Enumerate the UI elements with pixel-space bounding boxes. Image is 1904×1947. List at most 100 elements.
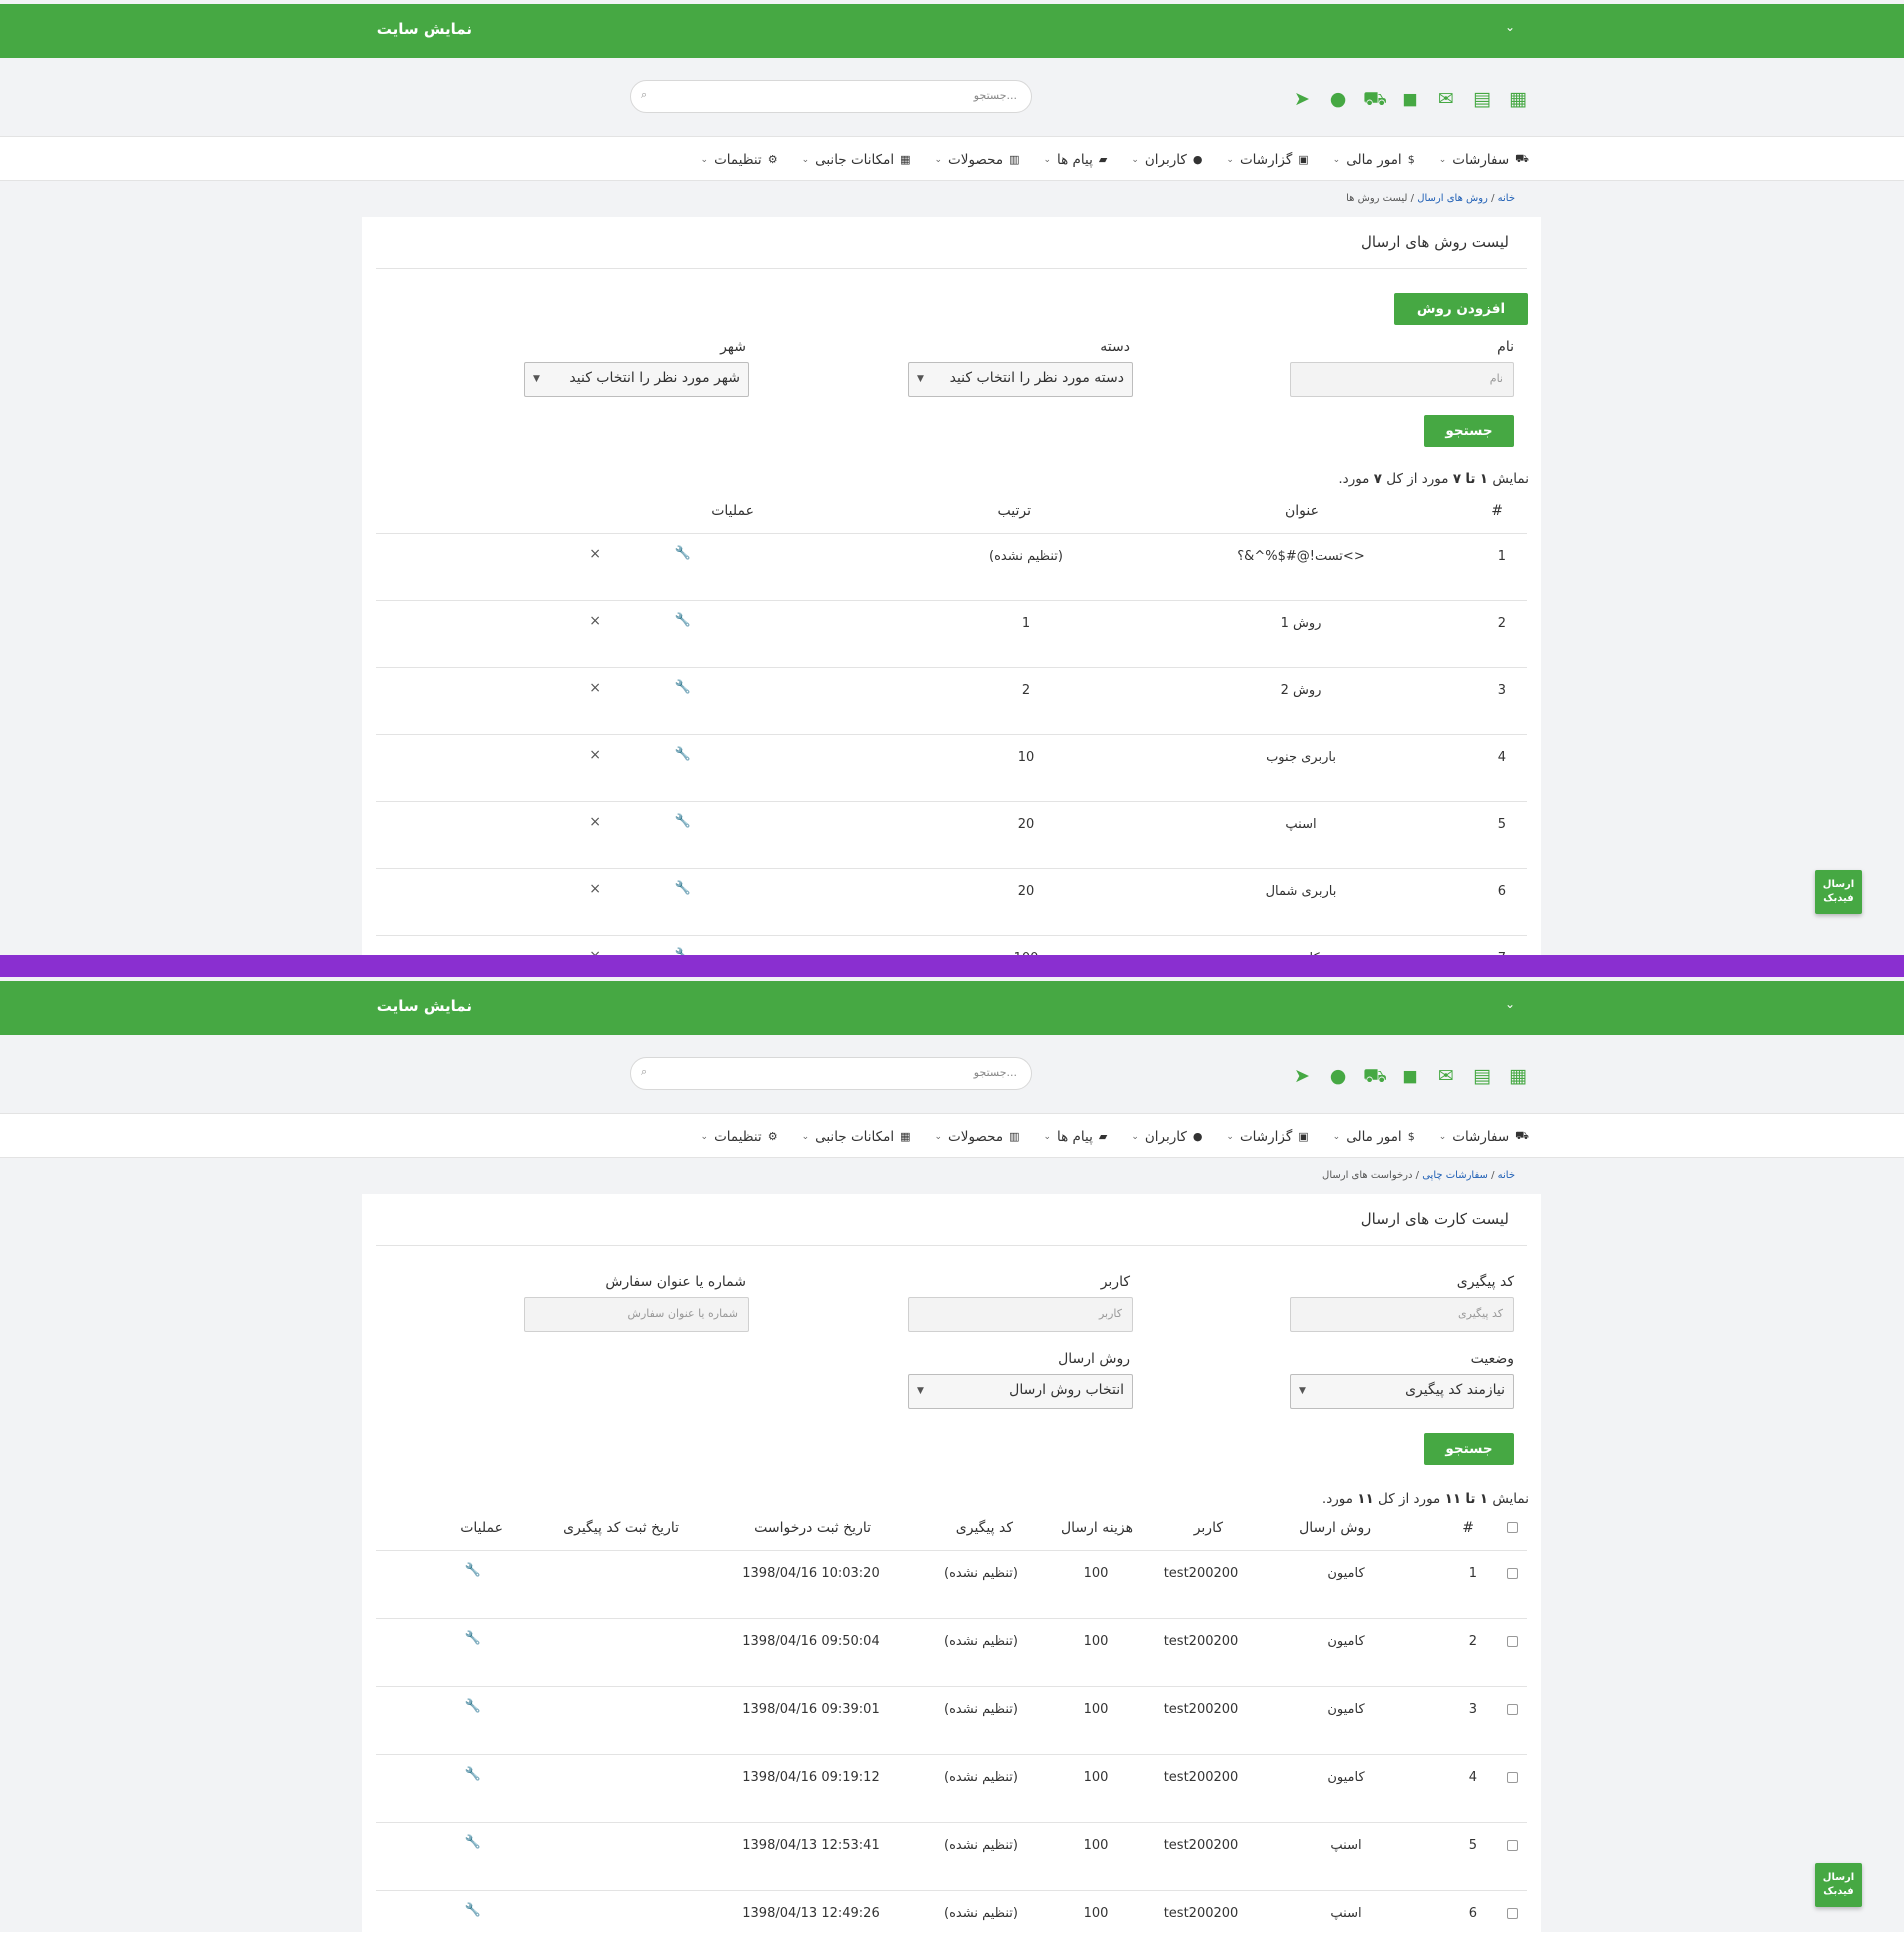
breadcrumb-home[interactable]: خانه — [1498, 193, 1515, 204]
column-header-tracking-date[interactable]: تاریخ ثبت کد پیگیری — [563, 1520, 679, 1536]
column-header-cost[interactable]: هزینه ارسال — [1061, 1520, 1133, 1536]
column-header-method[interactable]: روش ارسال — [1299, 1520, 1371, 1536]
city-select[interactable]: شهر مورد نظر را انتخاب کنید ▼ — [524, 362, 749, 397]
nav-orders[interactable]: ⛟ سفارشات ⌄ — [1439, 152, 1529, 168]
row-checkbox[interactable] — [1507, 1568, 1518, 1579]
show-site-link[interactable]: نمایش سایت — [377, 997, 472, 1015]
status-select[interactable]: نیازمند کد پیگیری ▼ — [1290, 1374, 1514, 1409]
select-all-checkbox[interactable] — [1507, 1522, 1518, 1533]
bag-icon[interactable]: ◼ — [1399, 1065, 1421, 1087]
delete-icon[interactable]: × — [589, 747, 601, 763]
top-bar: نمایش سایت ⌄ — [0, 981, 1904, 1035]
wrench-icon[interactable]: 🔧 — [675, 881, 691, 896]
breadcrumb-home[interactable]: خانه — [1498, 1170, 1515, 1181]
column-header-number[interactable]: # — [1462, 1520, 1474, 1536]
column-header-tracking[interactable]: کد پیگیری — [956, 1520, 1013, 1536]
cart-icon[interactable]: ⛟ — [1363, 1065, 1387, 1087]
row-checkbox[interactable] — [1507, 1908, 1518, 1919]
delete-icon[interactable]: × — [589, 881, 601, 897]
nav-extras[interactable]: ▦ امکانات جانبی ⌄ — [802, 1129, 911, 1145]
delete-icon[interactable]: × — [589, 948, 601, 955]
nav-reports[interactable]: ▣ گزارشات ⌄ — [1226, 152, 1308, 168]
wrench-icon[interactable]: 🔧 — [675, 948, 691, 955]
nav-finance[interactable]: $ امور مالی ⌄ — [1333, 152, 1415, 168]
nav-messages[interactable]: ▰ پیام ها ⌄ — [1043, 152, 1107, 168]
nav-extras[interactable]: ▦ امکانات جانبی ⌄ — [802, 152, 911, 168]
delete-icon[interactable]: × — [589, 814, 601, 830]
nav-products[interactable]: ▥ محصولات ⌄ — [934, 152, 1019, 168]
user-icon[interactable]: ● — [1327, 88, 1349, 110]
send-icon[interactable]: ➤ — [1291, 88, 1313, 110]
breadcrumb-section[interactable]: روش های ارسال — [1417, 193, 1488, 204]
nav-messages[interactable]: ▰ پیام ها ⌄ — [1043, 1129, 1107, 1145]
chevron-down-icon[interactable]: ⌄ — [1505, 20, 1515, 34]
chevron-down-icon: ⌄ — [1131, 1131, 1139, 1142]
search-button[interactable]: جستجو — [1424, 415, 1514, 447]
name-input[interactable]: نام — [1290, 362, 1514, 397]
row-order: 1 — [1021, 616, 1031, 631]
nav-orders[interactable]: ⛟ سفارشات ⌄ — [1439, 1129, 1529, 1145]
wrench-icon[interactable]: 🔧 — [675, 680, 691, 695]
show-site-link[interactable]: نمایش سایت — [377, 20, 472, 38]
wrench-icon[interactable]: 🔧 — [465, 1699, 481, 1714]
wrench-icon[interactable]: 🔧 — [675, 814, 691, 829]
nav-finance[interactable]: $ امور مالی ⌄ — [1333, 1129, 1415, 1145]
delete-icon[interactable]: × — [589, 680, 601, 696]
nav-reports[interactable]: ▣ گزارشات ⌄ — [1226, 1129, 1308, 1145]
column-header-request-date[interactable]: تاریخ ثبت درخواست — [754, 1520, 871, 1536]
wrench-icon[interactable]: 🔧 — [465, 1563, 481, 1578]
list-icon[interactable]: ▤ — [1471, 88, 1493, 110]
summary-to-word: تا — [1465, 1491, 1476, 1507]
column-header-title[interactable]: عنوان — [1285, 503, 1319, 519]
nav-users[interactable]: ● کاربران ⌄ — [1131, 152, 1202, 168]
bag-icon[interactable]: ◼ — [1399, 88, 1421, 110]
send-icon[interactable]: ➤ — [1291, 1065, 1313, 1087]
search-button[interactable]: جستجو — [1424, 1433, 1514, 1465]
nav-settings[interactable]: ⚙ تنظیمات ⌄ — [701, 152, 778, 168]
dashboard-icon[interactable]: ▦ — [1507, 88, 1529, 110]
breadcrumb-section[interactable]: سفارشات چاپی — [1422, 1170, 1488, 1181]
wrench-icon[interactable]: 🔧 — [465, 1767, 481, 1782]
feedback-button[interactable]: ارسال فیدبک — [1815, 1863, 1862, 1907]
column-header-number[interactable]: # — [1491, 503, 1503, 519]
row-checkbox[interactable] — [1507, 1636, 1518, 1647]
cart-icon[interactable]: ⛟ — [1363, 88, 1387, 110]
delete-icon[interactable]: × — [589, 546, 601, 562]
column-header-order[interactable]: ترتیب — [998, 503, 1032, 519]
nav-settings[interactable]: ⚙ تنظیمات ⌄ — [701, 1129, 778, 1145]
column-header-user[interactable]: کاربر — [1194, 1520, 1223, 1536]
search-input[interactable]: ⌕ جستجو... — [630, 80, 1032, 113]
shipping-method-select[interactable]: انتخاب روش ارسال ▼ — [908, 1374, 1133, 1409]
wrench-icon[interactable]: 🔧 — [465, 1903, 481, 1918]
delete-icon[interactable]: × — [589, 613, 601, 629]
chevron-down-icon[interactable]: ⌄ — [1505, 997, 1515, 1011]
feedback-button[interactable]: ارسال فیدبک — [1815, 870, 1862, 914]
row-user: test200200 — [1163, 1906, 1239, 1921]
wrench-icon[interactable]: 🔧 — [465, 1631, 481, 1646]
add-shipping-method-button[interactable]: افزودن روش ارسال — [1394, 293, 1528, 349]
tracking-code-input[interactable]: کد پیگیری — [1290, 1297, 1514, 1332]
row-checkbox[interactable] — [1507, 1840, 1518, 1851]
wrench-icon[interactable]: 🔧 — [465, 1835, 481, 1850]
row-checkbox[interactable] — [1507, 1772, 1518, 1783]
wrench-icon[interactable]: 🔧 — [675, 546, 691, 561]
category-select[interactable]: دسته مورد نظر را انتخاب کنید ▼ — [908, 362, 1133, 397]
nav-users[interactable]: ● کاربران ⌄ — [1131, 1129, 1202, 1145]
nav-products[interactable]: ▥ محصولات ⌄ — [934, 1129, 1019, 1145]
wrench-icon[interactable]: 🔧 — [675, 613, 691, 628]
row-tracking: (تنظیم نشده) — [944, 1770, 1018, 1785]
order-input[interactable]: شماره یا عنوان سفارش — [524, 1297, 749, 1332]
row-checkbox[interactable] — [1507, 1704, 1518, 1715]
wrench-icon[interactable]: 🔧 — [675, 747, 691, 762]
mail-icon[interactable]: ✉ — [1435, 1065, 1457, 1087]
cart-icon: ⛟ — [1515, 152, 1529, 165]
summary-total: ۱۱ — [1357, 1491, 1374, 1507]
mail-icon[interactable]: ✉ — [1435, 88, 1457, 110]
user-icon[interactable]: ● — [1327, 1065, 1349, 1087]
dashboard-icon[interactable]: ▦ — [1507, 1065, 1529, 1087]
list-icon[interactable]: ▤ — [1471, 1065, 1493, 1087]
nav-label: سفارشات — [1452, 1128, 1510, 1145]
nav-label: تنظیمات — [714, 151, 762, 168]
user-input[interactable]: کاربر — [908, 1297, 1133, 1332]
search-input[interactable]: ⌕ جستجو... — [630, 1057, 1032, 1090]
